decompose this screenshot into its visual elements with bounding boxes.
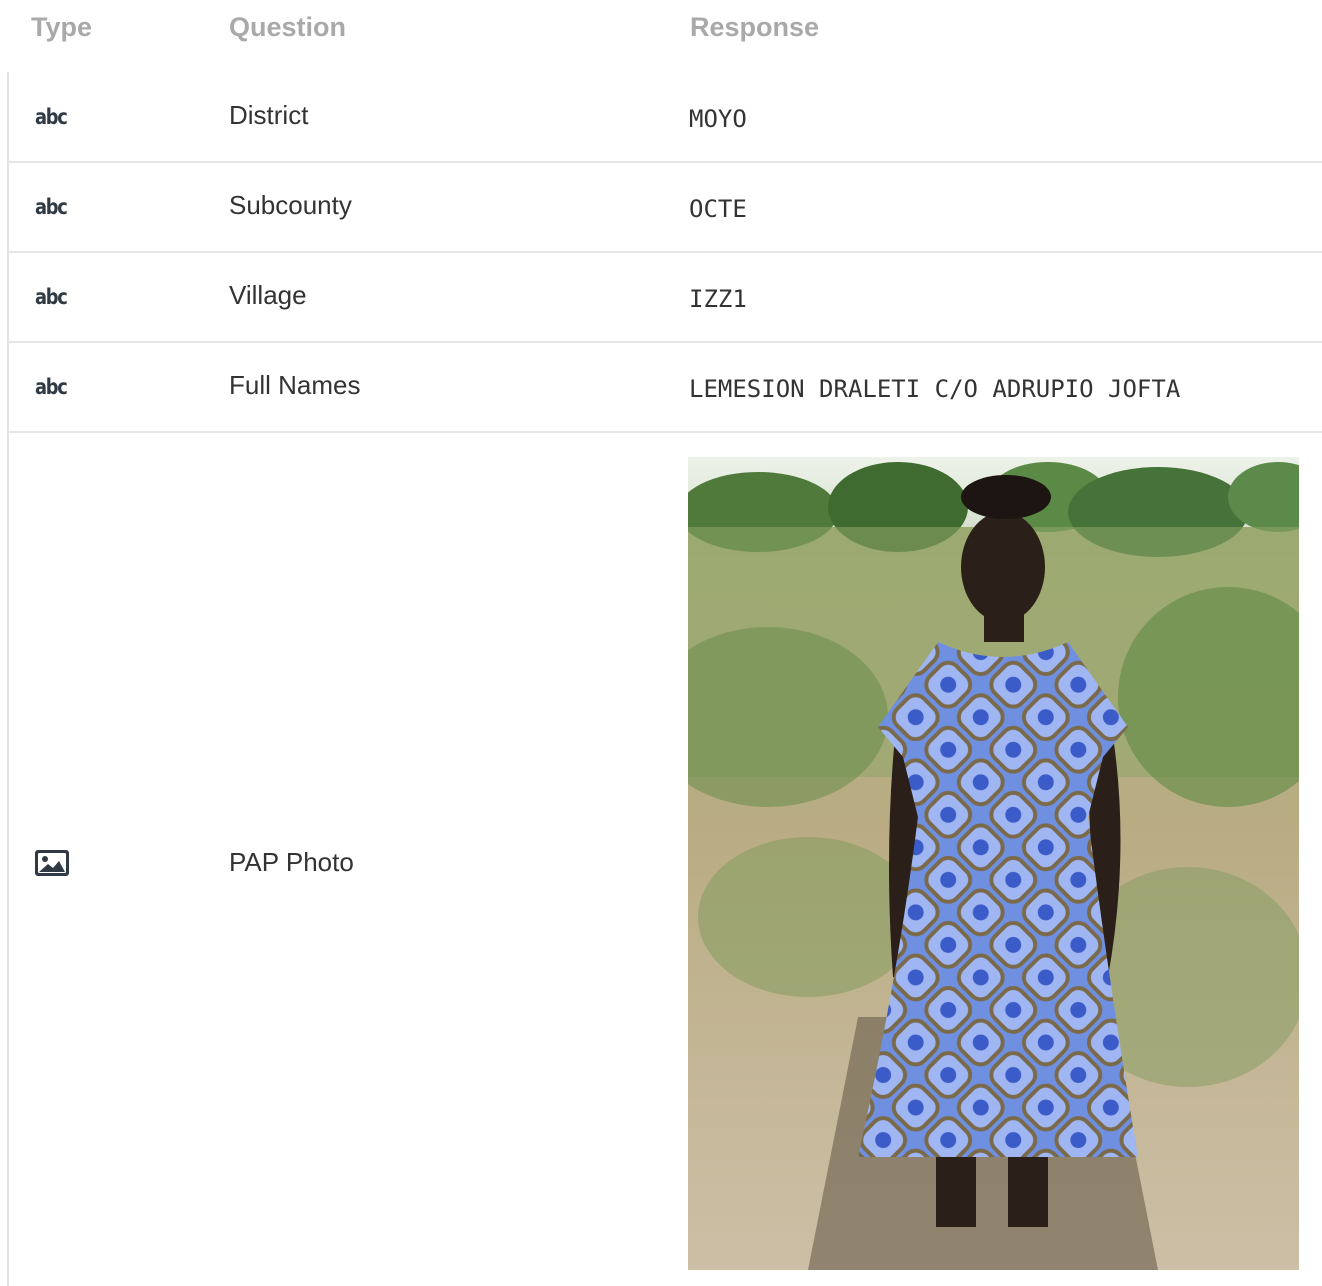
table-row-full-names: abc Full Names LEMESION DRALETI C/O ADRU… [9,343,1322,433]
response-value: LEMESION DRALETI C/O ADRUPIO JOFTA [689,375,1181,403]
response-value: MOYO [689,105,747,133]
question-label: Village [229,280,307,310]
column-header-question[interactable]: Question [229,12,346,43]
question-label: Subcounty [229,190,352,220]
pap-photo-image[interactable] [688,457,1299,1270]
text-type-icon: abc [35,375,68,399]
table-header: Type Question Response [0,0,1322,60]
text-type-icon: abc [35,105,68,129]
table-row-pap-photo: PAP Photo [9,433,1322,1286]
table-row-district: abc District MOYO [9,72,1322,163]
response-value: IZZ1 [689,285,747,313]
pap-photo-illustration [688,457,1299,1270]
text-type-icon: abc [35,195,68,219]
response-value: OCTE [689,195,747,223]
question-label: Full Names [229,370,361,400]
question-label: District [229,100,309,130]
image-icon [35,850,69,876]
text-type-icon: abc [35,285,68,309]
column-header-response[interactable]: Response [690,12,819,43]
question-label: PAP Photo [229,847,354,877]
table-row-village: abc Village IZZ1 [9,253,1322,343]
column-header-type[interactable]: Type [31,12,92,43]
table-row-subcounty: abc Subcounty OCTE [9,163,1322,253]
